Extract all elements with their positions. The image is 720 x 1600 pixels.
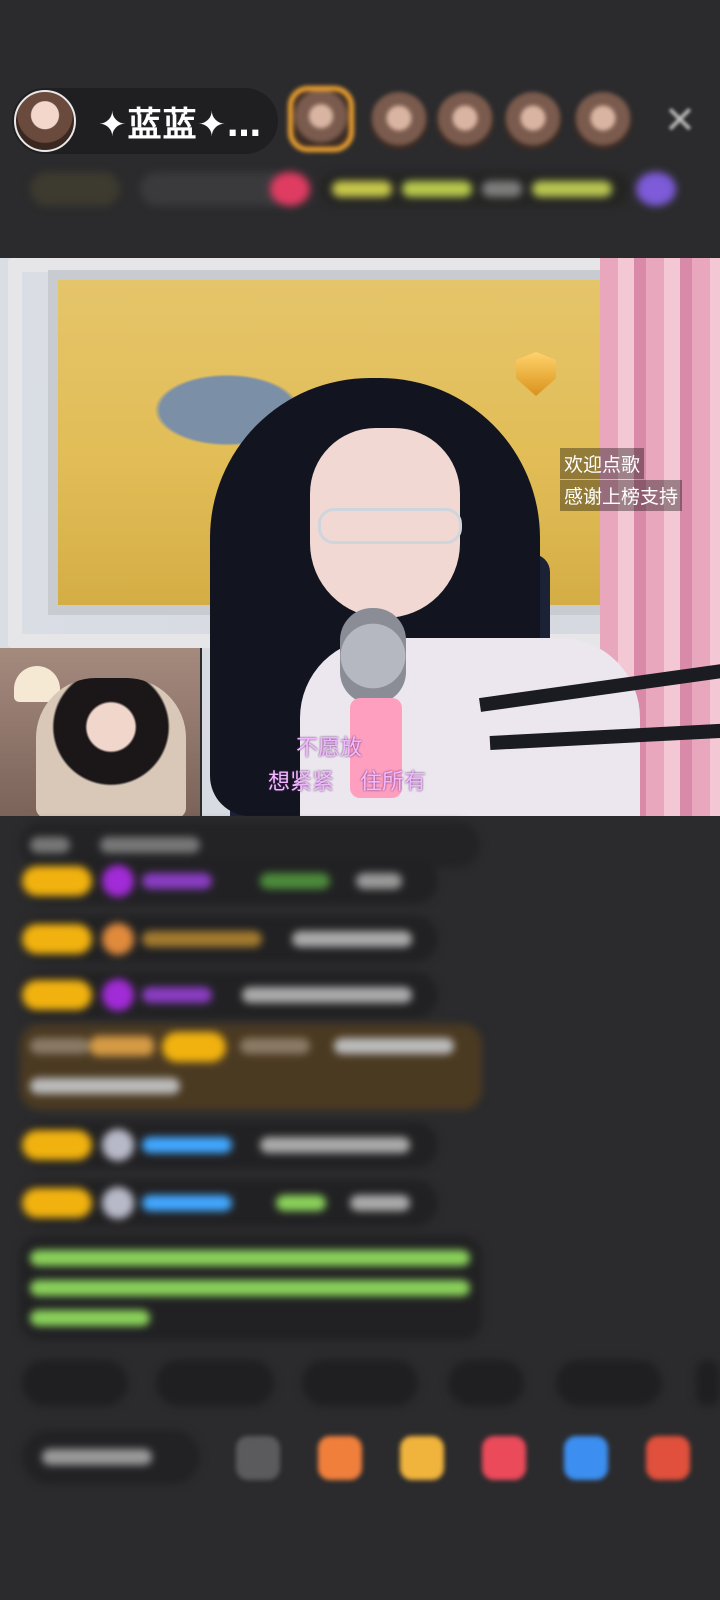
quick-action-1[interactable] <box>22 1360 128 1406</box>
share-icon[interactable] <box>564 1436 608 1480</box>
top-viewer-avatar-2[interactable] <box>370 92 428 150</box>
system-announcement <box>20 1236 482 1340</box>
chat-input[interactable] <box>22 1430 200 1484</box>
chat-message-highlight <box>20 1024 482 1110</box>
chat-message <box>20 1122 438 1168</box>
chat-list[interactable] <box>0 820 720 1350</box>
lyric-line-2: 想紧紧 <box>268 770 335 795</box>
quick-action-2[interactable] <box>156 1360 274 1406</box>
pip-video[interactable] <box>0 648 202 816</box>
gift-icon[interactable] <box>482 1436 526 1480</box>
top-viewer-avatar-5[interactable] <box>574 92 632 150</box>
banner-line-2: 感谢上榜支持 <box>560 480 683 511</box>
activity-icon[interactable] <box>318 1436 362 1480</box>
chat-message <box>20 916 438 962</box>
chat-message <box>20 1180 438 1226</box>
banner-line-1: 欢迎点歌 <box>560 448 645 479</box>
chat-message <box>20 972 438 1018</box>
close-icon[interactable]: ✕ <box>664 98 696 142</box>
host-avatar[interactable] <box>14 90 76 152</box>
quick-action-4[interactable] <box>448 1360 524 1406</box>
emoji-icon[interactable] <box>236 1436 280 1480</box>
top-viewer-avatar-1[interactable] <box>288 86 354 152</box>
lyric-line-2b: 住所有 <box>360 770 427 795</box>
top-viewer-avatar-3[interactable] <box>436 92 494 150</box>
host-name[interactable]: ✦蓝蓝✦… <box>98 97 262 146</box>
gift-box-icon[interactable] <box>400 1436 444 1480</box>
lyric-line-1: 不愿放 <box>296 736 363 761</box>
top-viewer-avatar-4[interactable] <box>504 92 562 150</box>
quick-action-3[interactable] <box>302 1360 418 1406</box>
quick-action-5[interactable] <box>556 1360 662 1406</box>
microphone <box>340 608 406 704</box>
host-info-pill[interactable]: ✦蓝蓝✦… <box>12 88 278 154</box>
quick-action-6[interactable] <box>696 1360 720 1406</box>
more-icon[interactable] <box>646 1436 690 1480</box>
chat-message <box>20 858 438 904</box>
room-info-row <box>20 172 720 214</box>
